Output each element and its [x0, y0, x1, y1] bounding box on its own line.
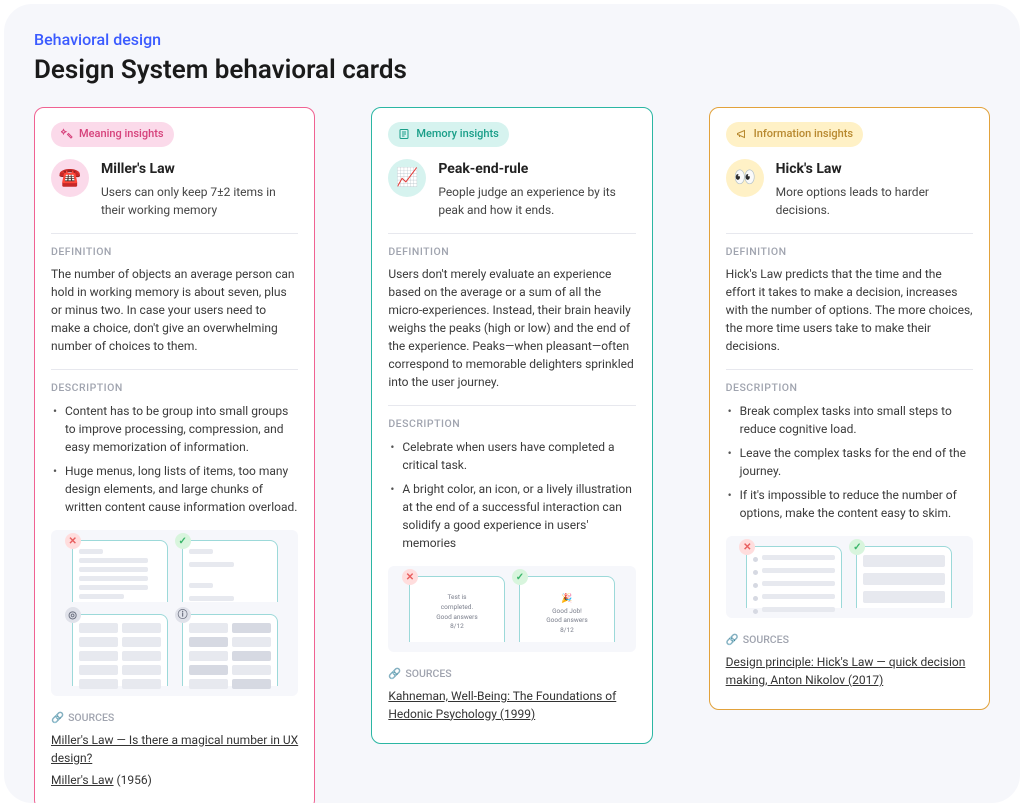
description-list: Break complex tasks into small steps to … [726, 402, 973, 522]
description-label: DESCRIPTION [388, 416, 635, 432]
note-icon [398, 128, 410, 140]
definition-label: DEFINITION [51, 244, 298, 260]
badge-label: Memory insights [416, 126, 499, 143]
illustration: ✕ ✓ [726, 536, 973, 618]
phone-icon: ☎️ [51, 159, 89, 197]
divider [726, 233, 973, 234]
badge-label: Information insights [754, 126, 853, 143]
page-title: Design System behavioral cards [34, 55, 990, 85]
card-millers-law: Meaning insights ☎️ Miller's Law Users c… [34, 107, 315, 803]
check-icon: ✓ [849, 539, 865, 555]
source-link[interactable]: Design principle: Hick's Law — quick dec… [726, 655, 966, 687]
definition-label: DEFINITION [726, 244, 973, 260]
example-bad: ✕ [746, 546, 842, 608]
description-list: Content has to be group into small group… [51, 402, 298, 516]
check-icon: ✓ [512, 569, 528, 585]
sources-list: Kahneman, Well-Being: The Foundations of… [388, 687, 635, 723]
description-label: DESCRIPTION [51, 380, 298, 396]
list-item: Leave the complex tasks for the end of t… [728, 444, 973, 480]
party-icon: 🎉 [526, 593, 608, 607]
divider [726, 369, 973, 370]
definition-text: Hick's Law predicts that the time and th… [726, 265, 973, 355]
law-tagline: People judge an experience by its peak a… [438, 183, 635, 219]
card-header: 👀 Hick's Law More options leads to harde… [726, 159, 973, 219]
definition-label: DEFINITION [388, 244, 635, 260]
card-peak-end-rule: Memory insights 📈 Peak-end-rule People j… [371, 107, 652, 744]
list-item: A bright color, an icon, or a lively ill… [390, 480, 635, 552]
close-icon: ✕ [65, 533, 81, 549]
cards-row: Meaning insights ☎️ Miller's Law Users c… [34, 107, 990, 803]
definition-text: Users don't merely evaluate an experienc… [388, 265, 635, 391]
sources-list: Miller's Law — Is there a magical number… [51, 731, 298, 789]
description-list: Celebrate when users have completed a cr… [388, 438, 635, 552]
source-link[interactable]: Miller's Law — Is there a magical number… [51, 733, 298, 765]
definition-text: The number of objects an average person … [51, 265, 298, 355]
source-link[interactable]: Miller's Law [51, 773, 114, 787]
badge-label: Meaning insights [79, 126, 164, 143]
sources-label: 🔗 SOURCES [51, 710, 298, 726]
list-item: Content has to be group into small group… [53, 402, 298, 456]
close-icon: ✕ [402, 569, 418, 585]
check-icon: ✓ [175, 533, 191, 549]
law-tagline: Users can only keep 7±2 items in their w… [101, 183, 298, 219]
source-suffix: (1956) [114, 773, 152, 787]
card-header: 📈 Peak-end-rule People judge an experien… [388, 159, 635, 219]
eyes-icon: 👀 [726, 159, 764, 197]
example-info-2: ⓘ [182, 614, 278, 686]
list-item: Huge menus, long lists of items, too man… [53, 462, 298, 516]
law-title: Hick's Law [776, 159, 973, 180]
divider [51, 233, 298, 234]
list-item: Celebrate when users have completed a cr… [390, 438, 635, 474]
example-good: ✓ [856, 546, 952, 608]
list-item: Break complex tasks into small steps to … [728, 402, 973, 438]
eye-icon: ◎ [65, 607, 81, 623]
badge-meaning-insights: Meaning insights [51, 122, 174, 147]
sources-label: 🔗 SOURCES [726, 632, 973, 648]
divider [51, 369, 298, 370]
card-hicks-law: Information insights 👀 Hick's Law More o… [709, 107, 990, 710]
sources-label: 🔗 SOURCES [388, 666, 635, 682]
example-bad: ✕ [72, 540, 168, 602]
divider [388, 405, 635, 406]
list-item: If it's impossible to reduce the number … [728, 486, 973, 522]
chart-icon: 📈 [388, 159, 426, 197]
badge-memory-insights: Memory insights [388, 122, 509, 147]
link-icon: 🔗 [388, 666, 401, 682]
example-good: ✓ [182, 540, 278, 602]
example-info-1: ◎ [72, 614, 168, 686]
page-canvas: Behavioral design Design System behavior… [4, 4, 1020, 803]
law-title: Peak-end-rule [438, 159, 635, 180]
example-good: ✓ 🎉 Good Job! Good answers 8/12 [519, 576, 615, 642]
link-icon: 🔗 [726, 632, 739, 648]
sources-list: Design principle: Hick's Law — quick dec… [726, 653, 973, 689]
illustration: ✕ ✓ [51, 530, 298, 696]
illustration: ✕ Test is completed. Good answers 8/12 ✓… [388, 566, 635, 652]
wand-icon [61, 128, 73, 140]
close-icon: ✕ [739, 539, 755, 555]
card-header: ☎️ Miller's Law Users can only keep 7±2 … [51, 159, 298, 219]
info-icon: ⓘ [175, 607, 191, 623]
link-icon: 🔗 [51, 710, 64, 726]
badge-information-insights: Information insights [726, 122, 863, 147]
divider [388, 233, 635, 234]
megaphone-icon [736, 128, 748, 140]
description-label: DESCRIPTION [726, 380, 973, 396]
source-link[interactable]: Kahneman, Well-Being: The Foundations of… [388, 689, 616, 721]
law-tagline: More options leads to harder decisions. [776, 183, 973, 219]
example-bad: ✕ Test is completed. Good answers 8/12 [409, 576, 505, 642]
law-title: Miller's Law [101, 159, 298, 180]
eyebrow: Behavioral design [34, 30, 990, 49]
